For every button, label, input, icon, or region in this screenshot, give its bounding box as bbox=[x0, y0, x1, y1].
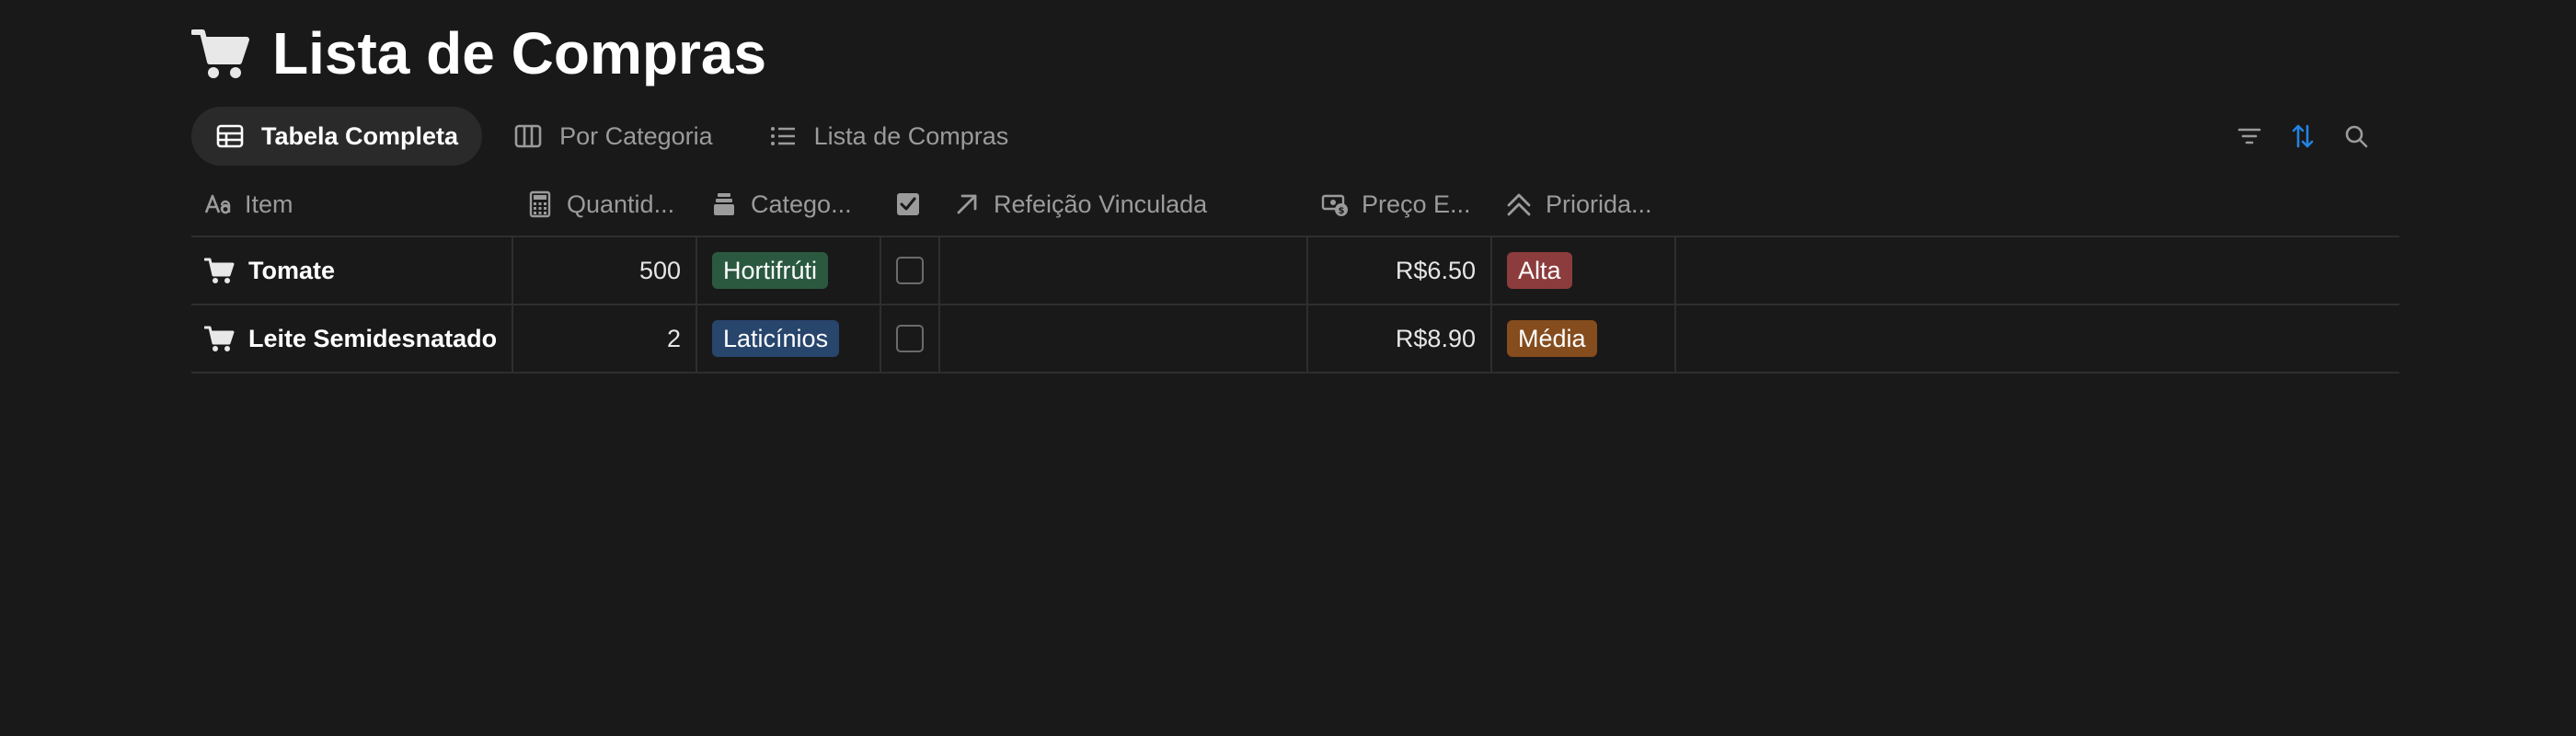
cell-category[interactable]: Hortifrúti bbox=[697, 237, 881, 304]
checkbox-checked-icon bbox=[897, 193, 919, 215]
cell-category[interactable]: Laticínios bbox=[697, 305, 881, 372]
priority-tag: Média bbox=[1507, 320, 1597, 357]
cell-priority[interactable]: Alta bbox=[1492, 237, 1676, 304]
tab-label: Tabela Completa bbox=[261, 121, 459, 150]
shopping-cart-icon bbox=[204, 258, 235, 283]
cell-price[interactable]: R$8.90 bbox=[1308, 305, 1492, 372]
cell-checkbox bbox=[881, 305, 940, 372]
svg-text:$: $ bbox=[1339, 206, 1345, 216]
page-title-text: Lista de Compras bbox=[272, 20, 767, 86]
column-label: Quantid... bbox=[567, 190, 675, 218]
column-label: Preço E... bbox=[1362, 190, 1471, 218]
database-table: Item Quantid... Catego... Refeição Vincu… bbox=[191, 173, 2399, 374]
cell-checkbox bbox=[881, 237, 940, 304]
column-header-spacer bbox=[1676, 173, 2399, 236]
list-icon bbox=[770, 127, 795, 145]
page-title: Lista de Compras bbox=[191, 20, 766, 86]
tab-tabela-completa[interactable]: Tabela Completa bbox=[191, 107, 483, 166]
table-header: Item Quantid... Catego... Refeição Vincu… bbox=[191, 173, 2399, 237]
shopping-cart-icon bbox=[191, 29, 249, 78]
tab-por-categoria[interactable]: Por Categoria bbox=[489, 107, 737, 166]
sort-icon bbox=[2292, 124, 2314, 148]
filter-button[interactable] bbox=[2232, 119, 2267, 154]
table-icon bbox=[216, 124, 244, 148]
cell-item[interactable]: Leite Semidesnatado bbox=[191, 305, 513, 372]
column-header-category[interactable]: Catego... bbox=[697, 173, 881, 236]
board-columns-icon bbox=[514, 124, 542, 148]
cell-spacer bbox=[1676, 237, 2399, 304]
search-button[interactable] bbox=[2339, 119, 2374, 154]
stack-icon bbox=[714, 193, 734, 215]
priority-tag: Alta bbox=[1507, 252, 1572, 289]
column-header-meal[interactable]: Refeição Vinculada bbox=[940, 173, 1308, 236]
cell-price[interactable]: R$6.50 bbox=[1308, 237, 1492, 304]
filter-icon bbox=[2237, 128, 2261, 144]
relation-arrow-icon bbox=[957, 194, 977, 214]
cell-meal[interactable] bbox=[940, 305, 1308, 372]
column-header-price[interactable]: $ Preço E... bbox=[1308, 173, 1492, 236]
column-label: Refeição Vinculada bbox=[994, 190, 1208, 218]
tab-label: Por Categoria bbox=[559, 121, 713, 150]
purchased-checkbox[interactable] bbox=[896, 257, 924, 284]
item-name: Leite Semidesnatado bbox=[248, 324, 498, 352]
tab-label: Lista de Compras bbox=[813, 121, 1009, 150]
cell-item[interactable]: Tomate bbox=[191, 237, 513, 304]
tab-lista-de-compras[interactable]: Lista de Compras bbox=[744, 107, 1033, 166]
cell-meal[interactable] bbox=[940, 237, 1308, 304]
cell-spacer bbox=[1676, 305, 2399, 372]
table-row[interactable]: Tomate 500 Hortifrúti R$6.50 Alta bbox=[191, 237, 2399, 305]
category-tag: Hortifrúti bbox=[712, 252, 829, 289]
cell-quantity[interactable]: 500 bbox=[513, 237, 697, 304]
purchased-checkbox[interactable] bbox=[896, 325, 924, 352]
item-name: Tomate bbox=[248, 256, 336, 284]
shopping-cart-icon bbox=[204, 326, 235, 351]
column-label: Priorida... bbox=[1546, 190, 1652, 218]
cell-quantity[interactable]: 2 bbox=[513, 305, 697, 372]
table-row[interactable]: Leite Semidesnatado 2 Laticínios R$8.90 … bbox=[191, 305, 2399, 374]
chevrons-up-icon bbox=[1507, 193, 1531, 216]
column-header-priority[interactable]: Priorida... bbox=[1492, 173, 1676, 236]
money-icon: $ bbox=[1321, 194, 1348, 216]
calculator-icon bbox=[529, 190, 551, 218]
cell-priority[interactable]: Média bbox=[1492, 305, 1676, 372]
view-tabs: Tabela Completa Por Categoria Lista de C… bbox=[191, 107, 1032, 166]
page: Lista de Compras Tabela Completa Por Cat… bbox=[0, 0, 2576, 736]
sort-button[interactable] bbox=[2285, 119, 2320, 154]
search-icon bbox=[2345, 125, 2368, 148]
category-tag: Laticínios bbox=[712, 320, 840, 357]
column-header-item[interactable]: Item bbox=[191, 173, 513, 236]
column-label: Item bbox=[245, 190, 293, 218]
column-label: Catego... bbox=[751, 190, 852, 218]
view-toolbar bbox=[2232, 110, 2374, 162]
text-aa-icon bbox=[204, 194, 231, 214]
column-header-checkbox[interactable] bbox=[881, 173, 940, 236]
column-header-quantity[interactable]: Quantid... bbox=[513, 173, 697, 236]
